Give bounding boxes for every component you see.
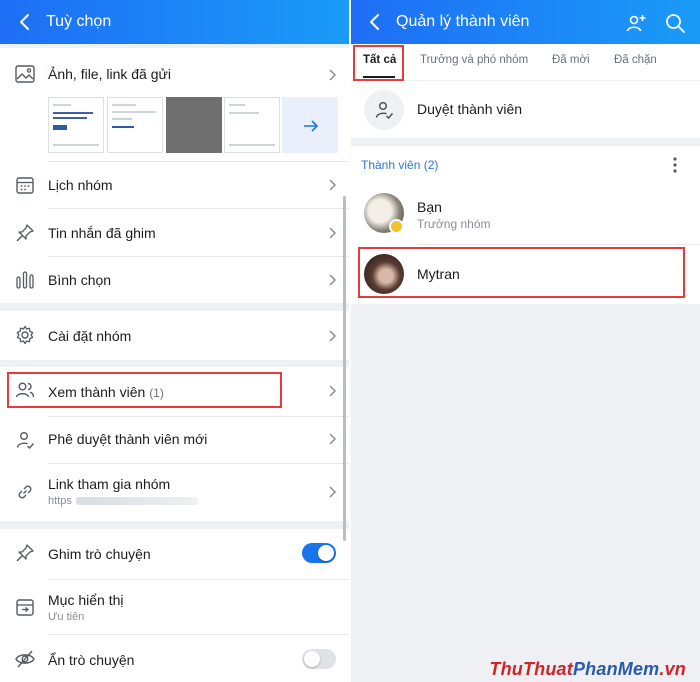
highlight-tab-all — [353, 45, 404, 81]
pin-chat-label: Ghim trò chuyện — [48, 546, 151, 562]
chevron-right-icon — [329, 385, 337, 397]
chevron-right-icon — [329, 179, 337, 191]
options-header: Tuỳ chọn — [0, 0, 349, 44]
display-row[interactable]: Mục hiển thị Ưu tiên — [0, 580, 349, 634]
tab-invited[interactable]: Đã mời — [552, 54, 590, 66]
user-check-icon — [16, 432, 35, 450]
pin-chat-row: Ghim trò chuyện — [0, 529, 349, 577]
group-settings-row[interactable]: Cài đặt nhóm — [0, 311, 349, 360]
back-arrow-icon[interactable] — [14, 11, 36, 33]
pinned-messages-row[interactable]: Tin nhắn đã ghim — [0, 209, 349, 256]
more-options-icon[interactable] — [671, 156, 679, 174]
inbox-icon — [16, 599, 34, 616]
watermark: ThuThuatPhanMem.vn — [489, 659, 686, 680]
hide-chat-row: Ẩn trò chuyện — [0, 635, 349, 682]
chevron-right-icon — [329, 433, 337, 445]
link-icon — [18, 485, 32, 499]
display-value: Ưu tiên — [48, 611, 85, 623]
pin-icon — [16, 224, 34, 242]
blurred-link — [76, 497, 198, 505]
arrow-right-icon — [304, 120, 319, 132]
calendar-icon — [16, 177, 34, 194]
chevron-right-icon — [329, 274, 337, 286]
media-more-button[interactable] — [282, 97, 338, 153]
watermark-part3: .vn — [659, 659, 686, 679]
highlight-member-mytran — [358, 247, 685, 298]
media-thumb[interactable] — [107, 97, 163, 153]
approve-icon-bg — [364, 90, 404, 130]
join-link-label: Link tham gia nhóm — [48, 476, 171, 492]
hide-chat-toggle[interactable] — [302, 649, 336, 669]
gear-icon — [16, 325, 34, 345]
member-section-title: Thành viên (2) — [361, 158, 439, 172]
chevron-right-icon — [329, 486, 337, 498]
chevron-right-icon — [329, 330, 337, 342]
image-icon — [15, 65, 35, 83]
watermark-part2: PhanMem — [572, 659, 660, 679]
approve-members-row[interactable]: Duyệt thành viên — [351, 81, 700, 138]
media-thumb[interactable] — [48, 97, 104, 153]
pin-chat-toggle[interactable] — [302, 543, 336, 563]
search-icon[interactable] — [664, 12, 686, 34]
tab-leaders[interactable]: Trưởng và phó nhóm — [420, 54, 528, 66]
join-link-value: https — [48, 495, 72, 507]
poll-label: Bình chọn — [48, 272, 112, 288]
poll-icon — [16, 271, 34, 289]
media-thumb[interactable] — [166, 97, 222, 153]
member-row[interactable]: Bạn Trưởng nhóm — [351, 182, 700, 244]
group-settings-label: Cài đặt nhóm — [48, 328, 132, 344]
page-title: Quản lý thành viên — [396, 13, 530, 30]
pin-icon — [16, 544, 34, 562]
user-check-icon — [375, 102, 394, 120]
eye-off-icon — [15, 650, 35, 668]
chevron-right-icon — [329, 69, 337, 81]
hide-chat-label: Ẩn trò chuyện — [48, 652, 135, 668]
member-management-panel: Quản lý thành viên Tất cả Trưởng và phó … — [351, 0, 700, 682]
highlight-view-members — [7, 372, 282, 408]
approve-members-row[interactable]: Phê duyệt thành viên mới — [0, 417, 349, 463]
poll-row[interactable]: Bình chọn — [0, 257, 349, 303]
pinned-messages-label: Tin nhắn đã ghim — [48, 225, 156, 241]
join-link-row[interactable]: Link tham gia nhóm https — [0, 464, 349, 521]
display-label: Mục hiển thị — [48, 592, 124, 608]
calendar-row[interactable]: Lịch nhóm — [0, 162, 349, 208]
settings-section: Cài đặt nhóm — [0, 311, 349, 360]
approve-members-label: Phê duyệt thành viên mới — [48, 431, 208, 447]
chat-section: Ghim trò chuyện Mục hiển thị Ưu tiên Ẩn … — [0, 529, 349, 682]
options-panel: Tuỳ chọn Ảnh, file, link đã gửi Lịch nhó… — [0, 0, 349, 682]
key-icon — [389, 219, 404, 234]
page-title: Tuỳ chọn — [46, 13, 112, 30]
chevron-right-icon — [329, 227, 337, 239]
media-label: Ảnh, file, link đã gửi — [48, 66, 171, 82]
back-arrow-icon[interactable] — [364, 11, 386, 33]
calendar-label: Lịch nhóm — [48, 177, 113, 193]
scrollbar[interactable] — [343, 196, 346, 541]
member-header: Quản lý thành viên — [351, 0, 700, 44]
media-thumbnails — [48, 97, 349, 153]
watermark-part1: ThuThuat — [489, 659, 573, 679]
add-user-icon[interactable] — [625, 12, 647, 34]
approve-section: Duyệt thành viên — [351, 81, 700, 138]
tab-blocked[interactable]: Đã chặn — [614, 54, 657, 66]
member-role: Trưởng nhóm — [417, 217, 491, 231]
member-name: Bạn — [417, 199, 442, 215]
approve-members-label: Duyệt thành viên — [417, 101, 523, 117]
media-thumb[interactable] — [224, 97, 280, 153]
group-content-section: Ảnh, file, link đã gửi Lịch nhóm Tin nhắ… — [0, 48, 349, 303]
